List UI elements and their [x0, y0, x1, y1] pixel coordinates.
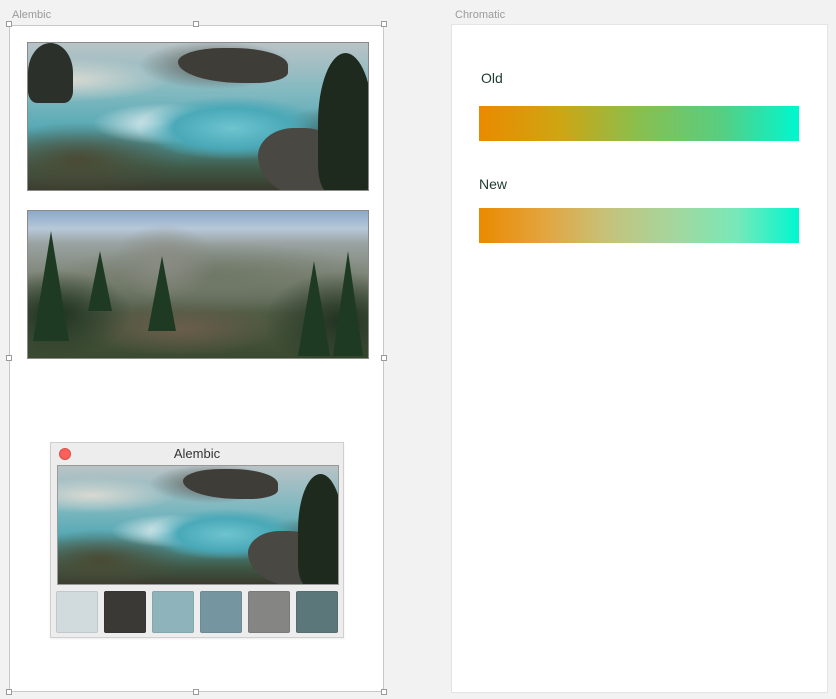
valley-photo: [27, 210, 369, 359]
color-swatch-1[interactable]: [56, 591, 98, 633]
resize-handle-bottom-right[interactable]: [381, 689, 387, 695]
pine-tree: [298, 261, 330, 356]
beach-photo: [27, 42, 369, 191]
pine-tree: [148, 256, 176, 331]
old-gradient-bar: [479, 106, 799, 141]
color-swatch-5[interactable]: [248, 591, 290, 633]
rock-formation: [183, 469, 278, 499]
resize-handle-right[interactable]: [381, 355, 387, 361]
window-title: Alembic: [173, 446, 221, 461]
resize-handle-bottom-left[interactable]: [6, 689, 12, 695]
resize-handle-bottom[interactable]: [193, 689, 199, 695]
color-swatch-6[interactable]: [296, 591, 338, 633]
resize-handle-top[interactable]: [193, 21, 199, 27]
close-window-button[interactable]: [59, 448, 71, 460]
pine-tree: [333, 251, 363, 356]
resize-handle-left[interactable]: [6, 355, 12, 361]
old-gradient-label: Old: [481, 70, 503, 86]
artboard-label-alembic[interactable]: Alembic: [12, 9, 51, 21]
color-swatch-4[interactable]: [200, 591, 242, 633]
chromatic-artboard[interactable]: Old New: [452, 25, 827, 692]
color-swatch-2[interactable]: [104, 591, 146, 633]
color-swatch-3[interactable]: [152, 591, 194, 633]
tree: [318, 53, 368, 190]
tree: [28, 43, 73, 103]
rock-formation: [178, 48, 288, 83]
pine-tree: [88, 251, 112, 311]
resize-handle-top-left[interactable]: [6, 21, 12, 27]
artboard-label-chromatic[interactable]: Chromatic: [455, 9, 505, 21]
new-gradient-bar: [479, 208, 799, 243]
tree: [298, 474, 338, 584]
preview-photo: [57, 465, 339, 585]
resize-handle-top-right[interactable]: [381, 21, 387, 27]
new-gradient-label: New: [479, 176, 508, 192]
pine-tree: [33, 231, 69, 341]
alembic-app-window[interactable]: Alembic: [50, 442, 344, 638]
